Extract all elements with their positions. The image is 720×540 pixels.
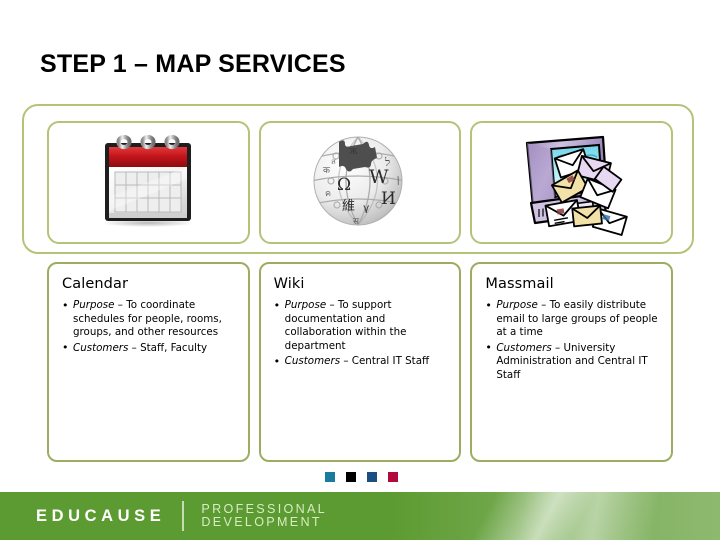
bullet-label: Purpose: [496, 299, 538, 311]
calendar-shadow: [102, 218, 195, 227]
list-item: Purpose – To easily distribute email to …: [485, 299, 659, 340]
globe-glyph-omega: Ω: [337, 175, 351, 195]
brand-tagline-line1: PROFESSIONAL: [201, 501, 327, 516]
bullet-label: Customers: [73, 341, 129, 354]
image-card-row: W Ω И 維 ל ٧ क ค أ Ж ส स: [47, 121, 674, 244]
educause-logo: EDUCAUSE PROFESSIONAL DEVELOPMENT: [36, 492, 327, 540]
bullet-dash: –: [326, 299, 338, 311]
list-item: Customers – Staff, Faculty: [62, 341, 236, 356]
page-title: STEP 1 – MAP SERVICES: [40, 50, 346, 78]
service-heading-wiki: Wiki: [273, 276, 305, 292]
bullet-text: Central IT Staff: [351, 355, 430, 368]
list-item: Customers – University Administration an…: [485, 341, 659, 383]
image-card-wiki[interactable]: W Ω И 維 ל ٧ क ค أ Ж ส स: [258, 121, 462, 244]
globe-glyph-lamed: ל: [384, 156, 390, 169]
globe-glyph-han: 維: [342, 199, 355, 214]
massmail-computer-icon: [511, 129, 633, 237]
globe-glyph-cyrillic: И: [381, 189, 396, 209]
bullet-text: Staff, Faculty: [140, 341, 208, 354]
bullet-dash: –: [114, 299, 127, 311]
brand-divider: [182, 501, 185, 531]
bullet-dash: –: [340, 355, 352, 368]
square-red: [388, 472, 398, 482]
globe-glyph-w: W: [369, 166, 389, 188]
brand-tagline: PROFESSIONAL DEVELOPMENT: [201, 501, 327, 530]
globe-glyph-misc1: क: [323, 166, 331, 176]
service-bullets-wiki: Purpose – To support documentation and c…: [274, 298, 448, 369]
globe-glyph-misc5: ส: [331, 157, 336, 166]
list-item: Purpose – To support documentation and c…: [274, 298, 448, 353]
bullet-dash: –: [551, 341, 564, 354]
service-bullets-calendar: Purpose – To coordinate schedules for pe…: [62, 299, 236, 355]
image-card-calendar[interactable]: [47, 121, 250, 244]
calendar-icon: [96, 134, 200, 231]
brand-tagline-line2: DEVELOPMENT: [201, 515, 322, 529]
bullet-label: Customers: [284, 355, 341, 368]
bullet-label: Purpose: [73, 299, 115, 311]
square-black: [346, 472, 356, 482]
square-teal: [325, 472, 335, 482]
text-card-wiki[interactable]: Wiki Purpose – To support documentation …: [258, 262, 462, 462]
bullet-label: Customers: [496, 341, 552, 354]
footer-swoosh-graphic: [390, 492, 720, 540]
text-card-massmail[interactable]: Massmail Purpose – To easily distribute …: [470, 262, 674, 462]
brand-name: EDUCAUSE: [36, 506, 166, 525]
globe-glyph-misc2: ค: [325, 189, 331, 199]
bullet-dash: –: [537, 299, 550, 311]
bullet-label: Purpose: [284, 299, 327, 311]
bullet-dash: –: [128, 341, 141, 354]
globe-glyph-misc4: Ж: [349, 147, 358, 156]
wikipedia-globe-icon: W Ω И 維 ל ٧ क ค أ Ж ส स: [301, 128, 419, 237]
square-blue: [367, 472, 377, 482]
service-bullets-massmail: Purpose – To easily distribute email to …: [485, 299, 659, 383]
image-card-massmail[interactable]: [470, 121, 674, 244]
footer-bar: EDUCAUSE PROFESSIONAL DEVELOPMENT: [0, 492, 720, 540]
text-card-row: Calendar Purpose – To coordinate schedul…: [47, 262, 674, 462]
list-item: Customers – Central IT Staff: [274, 355, 448, 369]
globe-glyph-seven: ٧: [363, 202, 370, 216]
service-heading-calendar: Calendar: [62, 276, 129, 292]
service-heading-massmail: Massmail: [485, 276, 554, 292]
list-item: Purpose – To coordinate schedules for pe…: [62, 299, 236, 340]
globe-glyph-misc6: स: [353, 217, 360, 227]
color-square-row: [325, 472, 398, 482]
text-card-calendar[interactable]: Calendar Purpose – To coordinate schedul…: [47, 262, 250, 462]
